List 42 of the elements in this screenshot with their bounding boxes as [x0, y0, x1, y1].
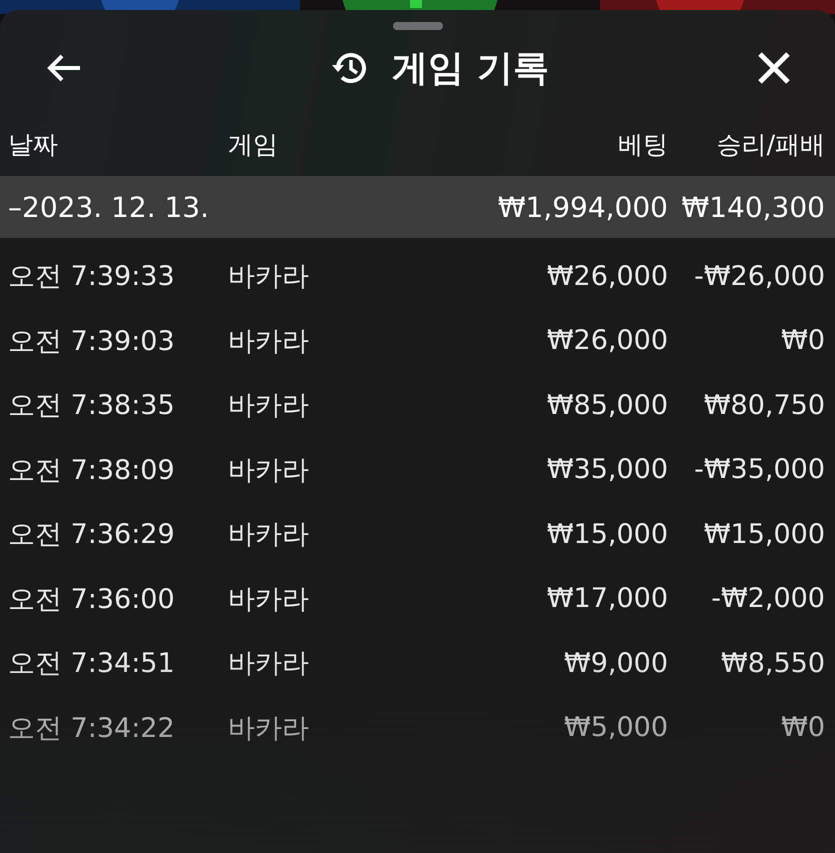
column-header: 베팅 [617, 128, 668, 160]
result-cell-text: ₩8,550 [720, 648, 825, 679]
total-bet: ₩1,994,000 [496, 190, 668, 224]
column-header: 승리/패배 [716, 128, 825, 160]
bet-cell-text: ₩85,000 [546, 390, 668, 421]
game-cell-text: 바카라 [227, 712, 310, 746]
time-cell-text: 오전 7:34:51 [8, 647, 176, 682]
time-cell-text: 오전 7:34:22 [8, 712, 176, 746]
game-cell-text: 바카라 [227, 518, 310, 552]
time-cell-text: 오전 7:39:03 [8, 324, 176, 359]
total-result: ₩140,300 [680, 190, 825, 224]
time-cell-text: 오전 7:39:33 [8, 260, 176, 294]
game-cell-text: 바카라 [227, 582, 310, 617]
bet-cell-text: ₩15,000 [546, 518, 668, 550]
time-cell-text: 오전 7:38:35 [8, 389, 176, 424]
result-cell-text: -₩2,000 [710, 583, 825, 614]
result-cell-text: -₩26,000 [693, 260, 825, 292]
bet-cell-text: ₩26,000 [546, 260, 668, 292]
game-cell-text: 바카라 [227, 260, 310, 294]
result-cell-text: ₩80,750 [702, 390, 825, 421]
time-cell-text: 오전 7:36:29 [8, 518, 176, 552]
date-group-row[interactable]: –2023. 12. 13. ₩1,994,000 ₩140,300 [0, 176, 835, 238]
game-cell-text: 바카라 [227, 647, 310, 682]
result-cell-text: ₩0 [780, 712, 825, 744]
result-cell-text: ₩15,000 [702, 518, 825, 550]
date-label: –2023. 12. 13. [8, 190, 210, 224]
result-cell-text: -₩35,000 [693, 454, 825, 486]
drag-handle[interactable] [392, 22, 442, 30]
game-cell-text: 바카라 [227, 324, 310, 359]
column-header: 게임 [227, 128, 279, 160]
bet-cell-text: ₩5,000 [563, 712, 668, 744]
bet-cell-text: ₩35,000 [546, 454, 668, 486]
game-cell-text: 바카라 [227, 454, 310, 488]
bet-cell-text: ₩26,000 [546, 325, 668, 356]
window-title: 게임 기록 [392, 46, 549, 90]
time-cell-text: 오전 7:36:00 [8, 582, 176, 617]
column-header: 날짜 [8, 128, 59, 160]
game-cell-text: 바카라 [227, 389, 310, 424]
time-cell-text: 오전 7:38:09 [8, 454, 176, 488]
bet-cell-text: ₩9,000 [563, 648, 668, 679]
result-cell-text: ₩0 [780, 325, 825, 356]
bet-cell-text: ₩17,000 [546, 583, 668, 614]
